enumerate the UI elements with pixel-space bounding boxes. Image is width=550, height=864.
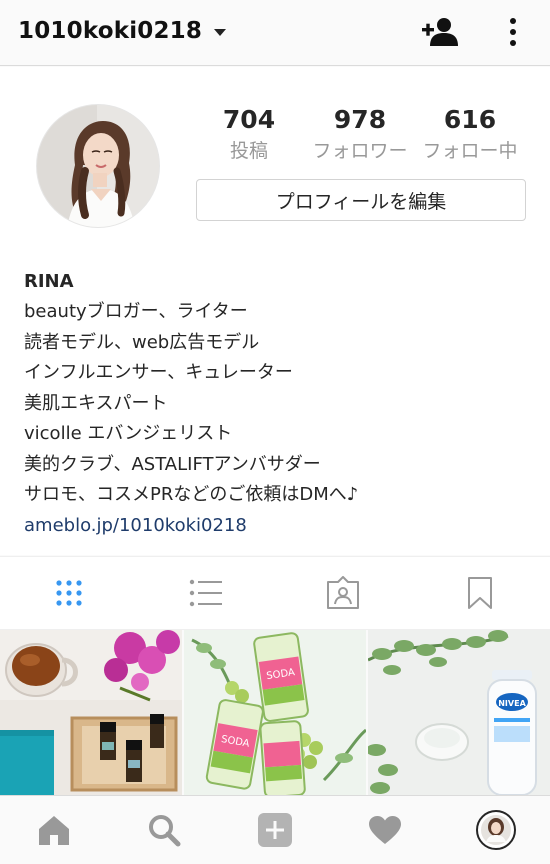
username-title: 1010koki0218: [18, 18, 203, 44]
followers-stat[interactable]: 978 フォロワー: [302, 105, 418, 165]
posts-grid: SODA SODA NIVEA: [0, 630, 550, 795]
bio-line: インフルエンサー、キュレーター: [24, 362, 293, 383]
tab-grid-view[interactable]: [0, 557, 137, 629]
profile-view-tabs: [0, 556, 550, 630]
bottom-navigation: [0, 795, 550, 864]
tab-saved[interactable]: [411, 557, 548, 629]
account-switcher-button[interactable]: 1010koki0218: [18, 18, 227, 44]
tab-tagged[interactable]: [274, 557, 411, 629]
profile-bio: RINA beautyブロガー、ライター 読者モデル、web広告モデル インフル…: [24, 267, 534, 541]
svg-text:NIVEA: NIVEA: [498, 699, 526, 708]
post-thumbnail[interactable]: [0, 630, 182, 795]
posts-label: 投稿: [229, 140, 268, 162]
top-bar: 1010koki0218: [0, 0, 550, 66]
caret-down-icon: [214, 28, 227, 36]
add-person-icon[interactable]: [420, 16, 460, 48]
list-icon: [189, 579, 222, 607]
display-name: RINA: [24, 271, 74, 292]
profile-stats: 704 投稿 978 フォロワー 616 フォロー中: [196, 105, 526, 169]
bio-line: サロモ、コスメPRなどのご依頼はDMへ♪: [24, 484, 359, 505]
home-icon[interactable]: [24, 806, 84, 854]
bio-line: beautyブロガー、ライター: [24, 301, 248, 322]
profile-section: 704 投稿 978 フォロワー 616 フォロー中 プロフィールを編集 RIN…: [0, 67, 550, 555]
profile-avatar[interactable]: [36, 104, 160, 228]
tab-list-view[interactable]: [137, 557, 274, 629]
following-count: 616: [443, 105, 497, 134]
heart-icon[interactable]: [355, 806, 415, 854]
grid-icon: [55, 580, 82, 606]
bio-line: 美肌エキスパート: [24, 392, 168, 414]
bio-line: 読者モデル、web広告モデル: [24, 331, 260, 353]
following-label: フォロー中: [422, 140, 518, 162]
followers-label: フォロワー: [312, 140, 408, 162]
following-stat[interactable]: 616 フォロー中: [414, 105, 526, 165]
post-thumbnail[interactable]: SODA SODA: [184, 630, 366, 795]
post-thumbnail[interactable]: NIVEA: [368, 630, 550, 795]
search-icon[interactable]: [134, 806, 194, 854]
profile-avatar-icon[interactable]: [466, 806, 526, 854]
add-post-icon[interactable]: [245, 806, 305, 854]
bio-website-link[interactable]: ameblo.jp/1010koki0218: [24, 511, 534, 541]
followers-count: 978: [333, 105, 387, 134]
bio-line: vicolle エバンジェリスト: [24, 423, 233, 444]
posts-count: 704: [222, 105, 276, 134]
edit-profile-button[interactable]: プロフィールを編集: [196, 179, 526, 221]
bookmark-icon: [467, 577, 492, 609]
more-vertical-icon[interactable]: [502, 16, 524, 50]
posts-stat[interactable]: 704 投稿: [214, 105, 284, 165]
tagged-person-icon: [326, 576, 359, 609]
bio-line: 美的クラブ、ASTALIFTアンバサダー: [24, 453, 321, 475]
